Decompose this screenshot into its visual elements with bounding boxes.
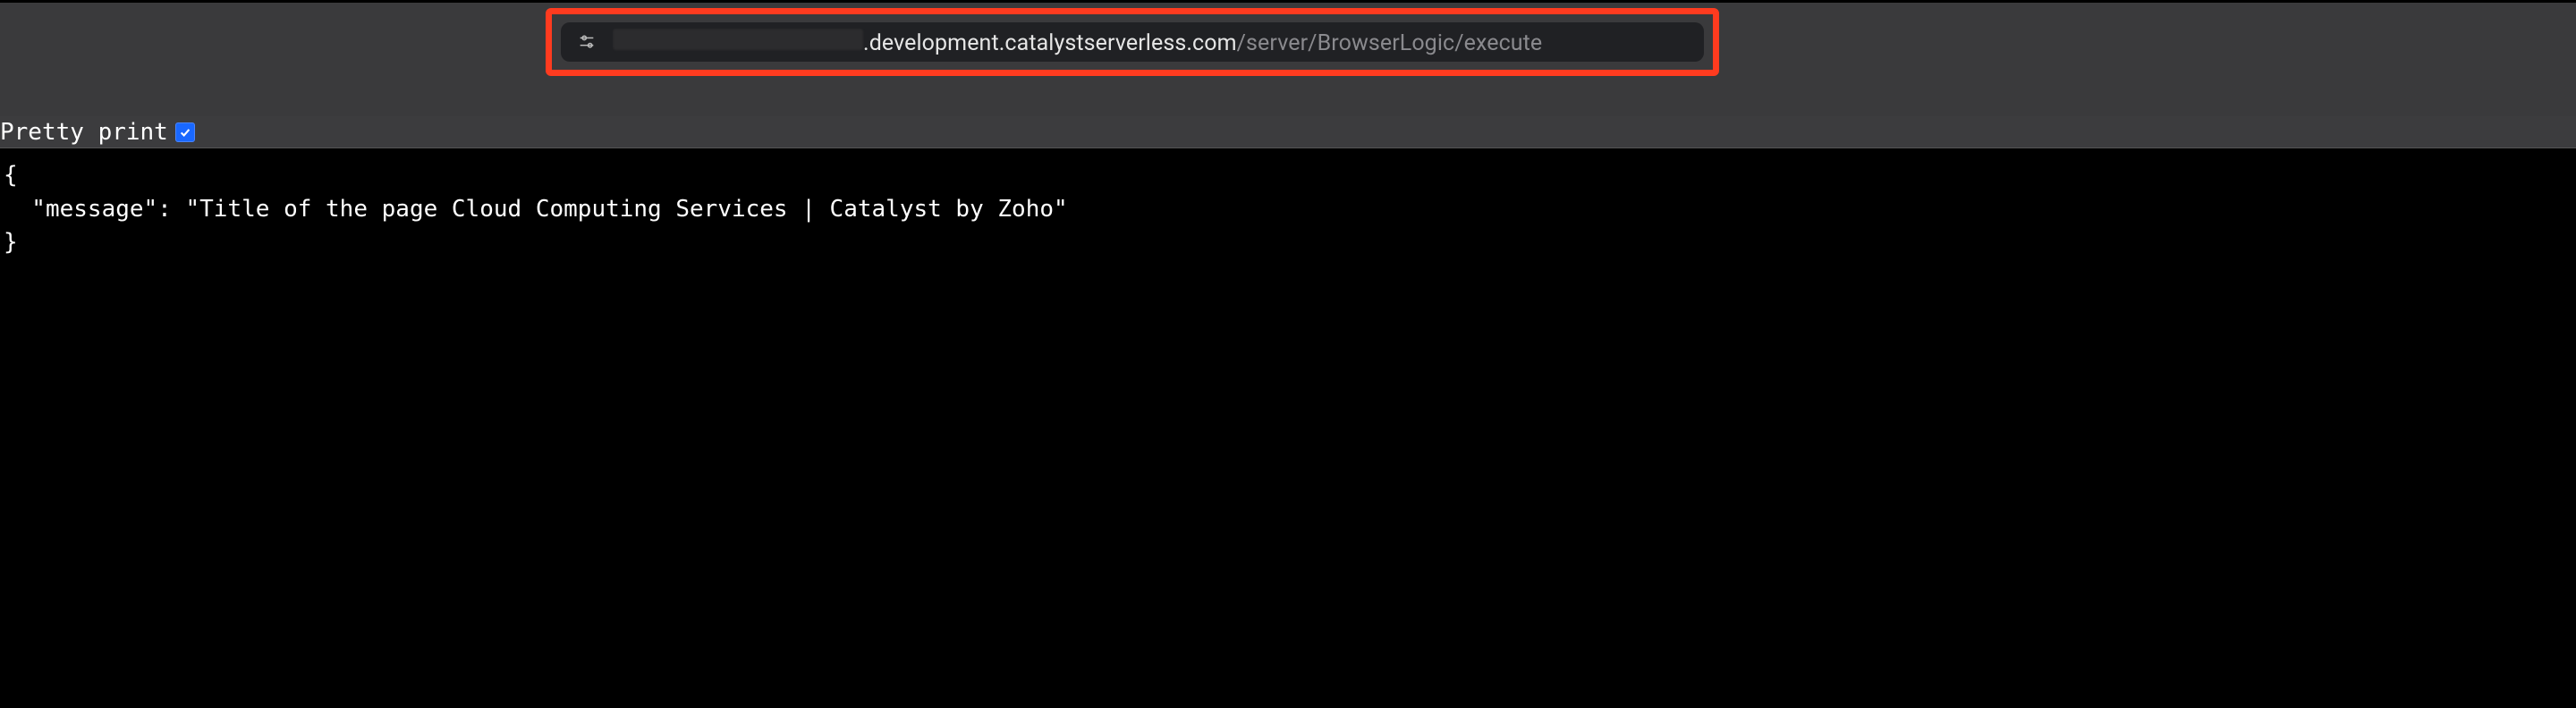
url-host: .development.catalystserverless.com [863, 30, 1237, 56]
json-line: } [4, 229, 18, 256]
url-text: .development.catalystserverless.com /ser… [613, 29, 1542, 56]
json-line: { [4, 162, 18, 189]
toolbar-lower [0, 76, 2576, 116]
browser-toolbar: .development.catalystserverless.com /ser… [0, 0, 2576, 76]
json-response-body: { "message": "Title of the page Cloud Co… [0, 148, 2576, 271]
pretty-print-bar: Pretty print [0, 116, 2576, 148]
url-redacted-portion [613, 29, 863, 50]
json-line: "message": "Title of the page Cloud Comp… [4, 196, 1068, 223]
address-bar[interactable]: .development.catalystserverless.com /ser… [561, 22, 1704, 62]
address-bar-highlight: .development.catalystserverless.com /ser… [546, 8, 1719, 76]
site-settings-icon[interactable] [577, 32, 597, 52]
check-icon [179, 126, 191, 139]
url-path: /server/BrowserLogic/execute [1237, 30, 1543, 56]
pretty-print-checkbox[interactable] [175, 122, 195, 142]
pretty-print-label: Pretty print [0, 121, 168, 144]
